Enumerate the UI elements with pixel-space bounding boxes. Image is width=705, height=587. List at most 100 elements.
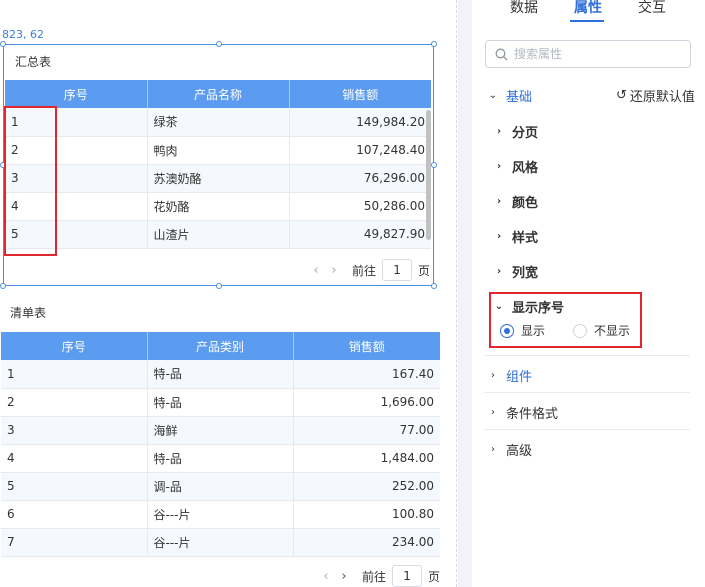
table-cell: 调-品 bbox=[147, 472, 294, 501]
table-row[interactable]: 6 谷---片 100.80 bbox=[1, 500, 440, 529]
section-divider bbox=[484, 392, 690, 393]
column-header[interactable]: 序号 bbox=[1, 332, 148, 360]
column-header[interactable]: 产品类别 bbox=[147, 332, 294, 360]
section-basic[interactable]: ⌄ 基础 bbox=[488, 86, 532, 105]
column-header[interactable]: 序号 bbox=[5, 80, 148, 108]
resize-handle-br[interactable] bbox=[431, 283, 437, 289]
tab-properties[interactable]: 属性 bbox=[558, 0, 618, 16]
table-cell: 1,696.00 bbox=[293, 388, 440, 417]
table-cell: 167.40 bbox=[293, 360, 440, 389]
goto-label: 前往 bbox=[352, 263, 377, 278]
tab-interaction[interactable]: 交互 bbox=[622, 0, 682, 16]
summary-table-scrollbar[interactable] bbox=[426, 110, 431, 240]
table-cell: 149,984.20 bbox=[289, 108, 431, 137]
property-search[interactable] bbox=[485, 40, 691, 68]
table-cell: 6 bbox=[1, 500, 148, 529]
column-header[interactable]: 销售额 bbox=[293, 332, 440, 360]
table-cell: 252.00 bbox=[293, 472, 440, 501]
resize-handle-bm[interactable] bbox=[216, 283, 222, 289]
table-cell: 49,827.90 bbox=[289, 220, 431, 249]
chevron-right-icon[interactable]: › bbox=[328, 263, 340, 278]
table-cell: 2 bbox=[1, 388, 148, 417]
section-divider bbox=[484, 429, 690, 430]
table-cell: 鸭肉 bbox=[147, 136, 290, 165]
subsection-style[interactable]: › 样式 bbox=[494, 227, 538, 246]
column-header[interactable]: 销售额 bbox=[289, 80, 431, 108]
table-cell: 1,484.00 bbox=[293, 444, 440, 473]
table-cell: 4 bbox=[1, 444, 148, 473]
reset-defaults-button[interactable]: ↺ 还原默认值 bbox=[616, 86, 695, 105]
table-row[interactable]: 2 鸭肉 107,248.40 bbox=[5, 136, 431, 165]
subsection-color[interactable]: › 颜色 bbox=[494, 192, 538, 211]
coordinate-readout: 823, 62 bbox=[2, 28, 44, 41]
section-label: 条件格式 bbox=[506, 407, 559, 422]
column-header[interactable]: 产品名称 bbox=[147, 80, 290, 108]
app-root: 823, 62 汇总表 序号 产品名称 销售额 1 绿茶 149,984.20 … bbox=[0, 0, 705, 587]
search-input[interactable] bbox=[514, 47, 674, 61]
table-row[interactable]: 3 苏澳奶酪 76,296.00 bbox=[5, 164, 431, 193]
table-cell: 谷---片 bbox=[147, 528, 294, 557]
subsection-label: 颜色 bbox=[512, 196, 539, 211]
subsection-label: 列宽 bbox=[512, 266, 539, 281]
detail-table: 序号 产品类别 销售额 1 特-品 167.40 2 特-品 1,696.00 … bbox=[1, 332, 440, 557]
panel-gutter bbox=[458, 0, 472, 587]
subsection-label: 分页 bbox=[512, 126, 539, 141]
chevron-left-icon[interactable]: ‹ bbox=[310, 263, 322, 278]
table-row[interactable]: 4 花奶酪 50,286.00 bbox=[5, 192, 431, 221]
chevron-right-icon: › bbox=[491, 407, 495, 418]
report-canvas: 823, 62 汇总表 序号 产品名称 销售额 1 绿茶 149,984.20 … bbox=[0, 0, 458, 587]
subsection-style-theme[interactable]: › 风格 bbox=[494, 157, 538, 176]
page-unit-label: 页 bbox=[418, 263, 431, 278]
show-index-highlight bbox=[489, 292, 642, 348]
table-row[interactable]: 2 特-品 1,696.00 bbox=[1, 388, 440, 417]
goto-label: 前往 bbox=[362, 569, 387, 584]
summary-table: 序号 产品名称 销售额 1 绿茶 149,984.20 2 鸭肉 107,248… bbox=[5, 80, 431, 249]
table-row[interactable]: 1 绿茶 149,984.20 bbox=[5, 108, 431, 137]
index-column-highlight bbox=[4, 106, 57, 256]
table-row[interactable]: 5 调-品 252.00 bbox=[1, 472, 440, 501]
chevron-down-icon: ⌄ bbox=[488, 90, 498, 101]
table-cell: 100.80 bbox=[293, 500, 440, 529]
table-cell: 谷---片 bbox=[147, 500, 294, 529]
resize-handle-tr[interactable] bbox=[431, 41, 437, 47]
property-panel: 数据 属性 交互 ⌄ 基础 ↺ 还原默认值 › 分页 › 风格 bbox=[472, 0, 705, 587]
resize-handle-mr[interactable] bbox=[431, 162, 437, 168]
tab-data[interactable]: 数据 bbox=[494, 0, 554, 16]
canvas-divider bbox=[456, 0, 457, 587]
subsection-label: 风格 bbox=[512, 161, 539, 176]
table-cell: 5 bbox=[1, 472, 148, 501]
chevron-left-icon[interactable]: ‹ bbox=[320, 569, 332, 584]
resize-handle-bl[interactable] bbox=[0, 283, 6, 289]
table-row[interactable]: 5 山渣片 49,827.90 bbox=[5, 220, 431, 249]
chevron-right-icon[interactable]: › bbox=[338, 569, 350, 584]
summary-table-title: 汇总表 bbox=[15, 55, 52, 69]
detail-table-header: 序号 产品类别 销售额 bbox=[1, 332, 440, 360]
table-row[interactable]: 4 特-品 1,484.00 bbox=[1, 444, 440, 473]
table-row[interactable]: 3 海鲜 77.00 bbox=[1, 416, 440, 445]
table-cell: 海鲜 bbox=[147, 416, 294, 445]
resize-handle-tm[interactable] bbox=[216, 41, 222, 47]
page-number-input[interactable]: 1 bbox=[392, 565, 423, 587]
chevron-right-icon: › bbox=[496, 266, 502, 277]
table-cell: 107,248.40 bbox=[289, 136, 431, 165]
summary-table-header: 序号 产品名称 销售额 bbox=[5, 80, 431, 108]
chevron-right-icon: › bbox=[491, 444, 495, 455]
section-conditional-format[interactable]: › 条件格式 bbox=[488, 403, 558, 422]
table-cell: 绿茶 bbox=[147, 108, 290, 137]
table-cell: 苏澳奶酪 bbox=[147, 164, 290, 193]
table-row[interactable]: 7 谷---片 234.00 bbox=[1, 528, 440, 557]
resize-handle-tl[interactable] bbox=[0, 41, 6, 47]
subsection-column-width[interactable]: › 列宽 bbox=[494, 262, 538, 281]
table-cell: 特-品 bbox=[147, 444, 294, 473]
chevron-right-icon: › bbox=[496, 161, 502, 172]
table-row[interactable]: 1 特-品 167.40 bbox=[1, 360, 440, 389]
section-component[interactable]: › 组件 bbox=[488, 366, 532, 385]
subsection-paging[interactable]: › 分页 bbox=[494, 122, 538, 141]
page-number-input[interactable]: 1 bbox=[382, 259, 413, 281]
active-tab-indicator bbox=[570, 20, 604, 22]
section-advanced[interactable]: › 高级 bbox=[488, 440, 532, 459]
table-cell: 77.00 bbox=[293, 416, 440, 445]
table-cell: 花奶酪 bbox=[147, 192, 290, 221]
chevron-right-icon: › bbox=[496, 126, 502, 137]
subsection-label: 样式 bbox=[512, 231, 539, 246]
